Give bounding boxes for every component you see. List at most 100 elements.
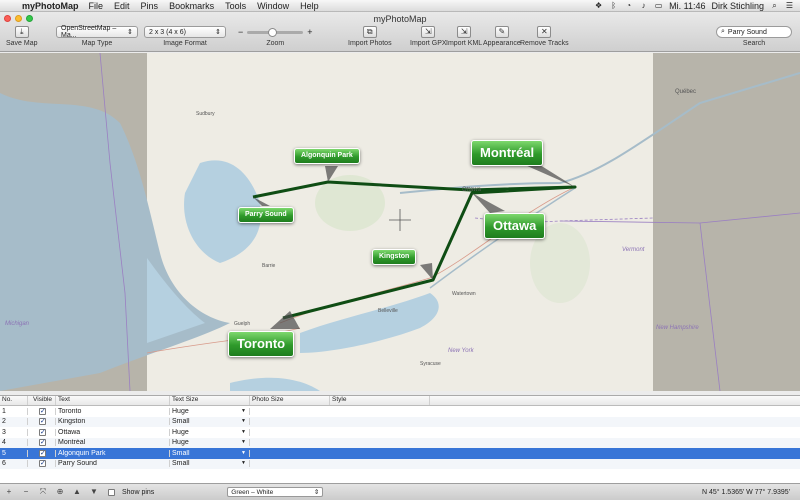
text-size-popup[interactable]: Huge ▼ <box>170 439 250 447</box>
menu-edit[interactable]: Edit <box>114 1 130 11</box>
visible-checkbox[interactable]: ✓ <box>39 460 46 468</box>
place-label: Ottawa <box>462 187 482 193</box>
remove-pin-button[interactable]: − <box>21 487 31 497</box>
menubar-clock[interactable]: Mi. 11:46 <box>669 1 705 11</box>
table-row[interactable]: 6 ✓ Parry Sound Small▼ ▼ <box>0 458 800 469</box>
spotlight-search-icon[interactable]: ⌕ <box>770 1 779 10</box>
bottom-bar: + − ⤧ ⊕ ▲ ▼ Show pins Green – White ⇕ N 4… <box>0 483 800 500</box>
window-title: myPhotoMap <box>373 14 427 24</box>
menu-bookmarks[interactable]: Bookmarks <box>169 1 214 11</box>
visible-checkbox[interactable]: ✓ <box>39 407 46 415</box>
place-label: Watertown <box>452 291 476 297</box>
place-label: Sudbury <box>196 111 215 117</box>
chevron-down-icon: ▼ <box>241 460 246 467</box>
zoom-slider-thumb[interactable] <box>268 27 278 37</box>
pin-parry-sound[interactable]: Parry Sound <box>238 207 294 223</box>
image-format-popup[interactable]: 2 x 3 (4 x 6) ⇕ <box>144 26 226 38</box>
column-header-text-size[interactable]: Text Size <box>170 396 250 405</box>
column-header-text[interactable]: Text <box>56 396 170 405</box>
save-map-icon: ⤓ <box>14 26 29 38</box>
column-header-photo-size[interactable]: Photo Size <box>250 396 330 405</box>
appearance-button[interactable]: ✎ Appearance <box>483 26 521 47</box>
text-size-popup[interactable]: Huge ▼ <box>170 428 250 436</box>
place-label: Barrie <box>262 263 276 269</box>
import-kml-button[interactable]: ⇲ Import KML <box>446 26 482 47</box>
pin-ottawa[interactable]: Ottawa <box>484 213 546 239</box>
coordinates-readout: N 45° 1.5365' W 77° 7.9395' <box>701 488 790 496</box>
target-pin-icon[interactable]: ⊕ <box>55 487 65 497</box>
import-gpx-button[interactable]: ⇲ Import GPX <box>410 26 447 47</box>
pin-kingston[interactable]: Kingston <box>372 249 417 265</box>
move-up-icon[interactable]: ▲ <box>72 487 82 497</box>
import-photos-button[interactable]: ⧉ Import Photos <box>348 26 392 47</box>
import-kml-icon: ⇲ <box>457 26 472 38</box>
brush-icon: ✎ <box>494 26 509 38</box>
show-pins-label: Show pins <box>122 488 155 496</box>
menu-help[interactable]: Help <box>300 1 319 11</box>
place-label: Syracuse <box>420 361 441 367</box>
search-field[interactable]: ⌕ Parry Sound <box>716 26 792 38</box>
column-header-visible[interactable]: Visible <box>28 396 56 405</box>
menu-file[interactable]: File <box>89 1 104 11</box>
volume-icon[interactable]: ♪ <box>639 1 648 10</box>
style-popup-bottom[interactable]: Green – White ⇕ <box>227 487 324 497</box>
visible-checkbox[interactable]: ✓ <box>39 428 46 436</box>
menu-bar: myPhotoMap File Edit Pins Bookmarks Tool… <box>0 0 800 12</box>
menu-window[interactable]: Window <box>257 1 289 11</box>
table-row[interactable]: 4 ✓ Montréal Huge▼ ▼ <box>0 437 800 448</box>
wifi-icon[interactable]: ◔ <box>624 1 633 10</box>
column-header-style[interactable]: Style <box>330 396 430 405</box>
add-pin-button[interactable]: + <box>4 487 14 497</box>
map-canvas[interactable] <box>0 53 800 391</box>
place-label: Vermont <box>622 247 645 253</box>
table-row[interactable]: 1 ✓ Toronto Huge▼ ▼ <box>0 406 800 417</box>
battery-icon[interactable]: ▭ <box>654 1 663 10</box>
zoom-out-icon[interactable]: − <box>238 27 243 37</box>
visible-checkbox[interactable]: ✓ <box>39 418 46 426</box>
move-down-icon[interactable]: ▼ <box>89 487 99 497</box>
remove-tracks-button[interactable]: ✕ Remove Tracks <box>520 26 569 47</box>
search-input[interactable]: Parry Sound <box>728 29 767 36</box>
chevron-down-icon: ▼ <box>241 428 246 435</box>
map-view[interactable]: Québec Vermont New Hampshire Michigan Ne… <box>0 53 800 391</box>
text-size-popup[interactable]: Small ▼ <box>170 460 250 468</box>
table-row[interactable]: 3 ✓ Ottawa Huge▼ ▼ <box>0 427 800 438</box>
popup-arrows-icon: ⇕ <box>313 489 320 496</box>
visible-checkbox[interactable]: ✓ <box>39 439 46 447</box>
zoom-in-icon[interactable]: + <box>307 27 312 37</box>
pin-toronto[interactable]: Toronto <box>228 331 295 357</box>
place-label: New York <box>448 348 474 354</box>
pins-table[interactable]: No. Visible Text Text Size Photo Size St… <box>0 395 800 483</box>
popup-arrows-icon: ⇕ <box>127 29 133 36</box>
show-pins-checkbox[interactable] <box>108 488 115 496</box>
pin-algonquin-park[interactable]: Algonquin Park <box>294 148 360 164</box>
menu-app-name[interactable]: myPhotoMap <box>22 1 79 11</box>
save-map-button[interactable]: ⤓ Save Map <box>6 26 38 47</box>
table-row[interactable]: 2 ✓ Kingston Small▼ ▼ <box>0 416 800 427</box>
notification-center-icon[interactable]: ☰ <box>785 1 794 10</box>
map-type-control: OpenStreetMap – Ma... ⇕ Map Type <box>56 25 138 47</box>
search-icon: ⌕ <box>721 28 725 35</box>
text-size-popup[interactable]: Small ▼ <box>170 449 250 457</box>
menu-pins[interactable]: Pins <box>141 1 159 11</box>
dropbox-icon[interactable]: ❖ <box>594 1 603 10</box>
chevron-down-icon: ▼ <box>241 418 246 425</box>
fit-all-icon[interactable]: ⤧ <box>38 487 48 497</box>
text-size-popup[interactable]: Huge ▼ <box>170 407 250 415</box>
remove-tracks-icon: ✕ <box>537 26 552 38</box>
menubar-user[interactable]: Dirk Stichling <box>711 1 764 11</box>
column-header-no[interactable]: No. <box>0 396 28 405</box>
zoom-slider[interactable] <box>247 27 304 37</box>
menu-tools[interactable]: Tools <box>225 1 246 11</box>
table-row-selected[interactable]: 5 ✓ Algonquin Park Small▼ ▼ <box>0 448 800 459</box>
chevron-down-icon: ▼ <box>241 407 246 414</box>
pin-montreal[interactable]: Montréal <box>471 140 544 166</box>
map-type-popup[interactable]: OpenStreetMap – Ma... ⇕ <box>56 25 138 39</box>
bluetooth-icon[interactable]: ᛒ <box>609 1 618 10</box>
place-label: New Hampshire <box>656 325 699 331</box>
visible-checkbox[interactable]: ✓ <box>39 449 46 457</box>
window-toolbar: myPhotoMap ⤓ Save Map OpenStreetMap – Ma… <box>0 12 800 52</box>
column-header-empty <box>430 396 800 405</box>
popup-arrows-icon: ⇕ <box>215 29 221 36</box>
text-size-popup[interactable]: Small ▼ <box>170 418 250 426</box>
